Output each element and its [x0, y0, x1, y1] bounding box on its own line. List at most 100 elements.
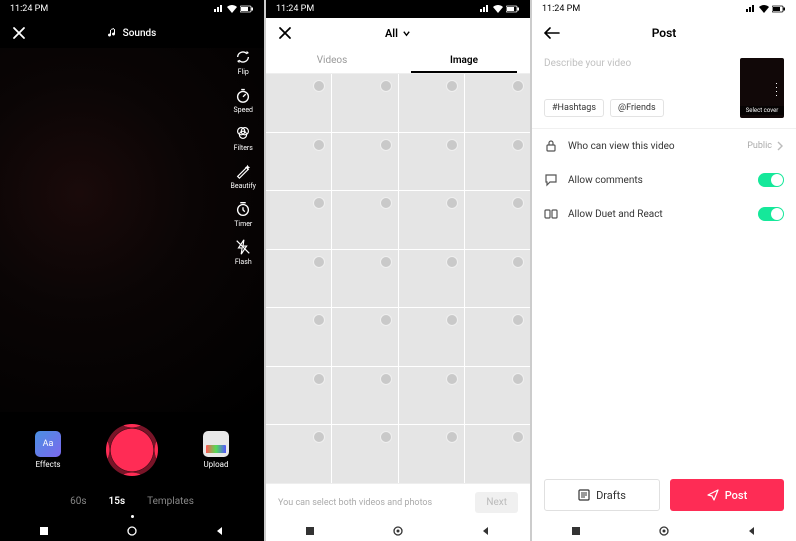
media-cell[interactable] [465, 191, 530, 249]
tool-label: Flash [235, 258, 252, 266]
top-bar: Sounds [0, 18, 264, 48]
media-cell[interactable] [465, 133, 530, 191]
cover-selector[interactable]: Select cover [740, 58, 784, 118]
timer-button[interactable]: Timer [231, 200, 256, 228]
flash-button[interactable]: Flash [231, 238, 256, 266]
nav-back-icon[interactable] [481, 526, 491, 536]
media-cell[interactable] [465, 367, 530, 425]
media-cell[interactable] [399, 308, 464, 366]
flip-button[interactable]: Flip [231, 48, 256, 76]
media-cell[interactable] [465, 74, 530, 132]
lock-icon [544, 139, 558, 153]
album-selector[interactable]: All [385, 27, 411, 40]
media-cell[interactable] [266, 74, 331, 132]
nav-back-icon[interactable] [215, 526, 225, 536]
camera-viewfinder[interactable]: Flip Speed Filters Beautify Timer [0, 48, 264, 412]
media-cell[interactable] [332, 191, 397, 249]
top-bar: All [266, 18, 530, 48]
media-cell[interactable] [332, 74, 397, 132]
description-input[interactable]: Describe your video [544, 58, 730, 69]
gallery-footer: You can select both videos and photos Ne… [266, 483, 530, 521]
option-label: Allow Duet and React [568, 209, 663, 220]
media-cell[interactable] [399, 133, 464, 191]
duet-toggle[interactable] [758, 207, 784, 221]
filters-button[interactable]: Filters [231, 124, 256, 152]
media-cell[interactable] [399, 425, 464, 483]
nav-home-icon[interactable] [127, 526, 137, 536]
media-cell[interactable] [332, 367, 397, 425]
nav-home-icon[interactable] [393, 526, 403, 536]
nav-home-icon[interactable] [659, 526, 669, 536]
nav-recent-icon[interactable] [39, 526, 49, 536]
drafts-button[interactable]: Drafts [544, 479, 660, 511]
record-controls: Aa Effects Upload [0, 412, 264, 487]
gallery-screen: 11:24 PM All Videos Image [266, 0, 530, 541]
tab-videos[interactable]: Videos [266, 48, 398, 73]
media-cell[interactable] [266, 191, 331, 249]
duet-row: Allow Duet and React [532, 197, 796, 231]
drafts-label: Drafts [596, 489, 626, 502]
media-cell[interactable] [266, 133, 331, 191]
timer-icon [234, 200, 252, 218]
post-options: Who can view this video Public Allow com… [532, 128, 796, 231]
media-cell[interactable] [266, 250, 331, 308]
post-label: Post [725, 489, 748, 502]
status-icons [214, 5, 254, 13]
media-cell[interactable] [399, 250, 464, 308]
beautify-button[interactable]: Beautify [231, 162, 256, 190]
tool-label: Flip [238, 68, 249, 76]
media-cell[interactable] [266, 425, 331, 483]
nav-bar [266, 521, 530, 541]
media-cell[interactable] [465, 308, 530, 366]
media-cell[interactable] [465, 425, 530, 483]
media-cell[interactable] [266, 367, 331, 425]
cover-label: Select cover [740, 106, 784, 115]
media-cell[interactable] [399, 191, 464, 249]
cover-thumbnail [740, 61, 784, 106]
post-button[interactable]: Post [670, 479, 784, 511]
drafts-icon [578, 489, 590, 501]
mode-60s[interactable]: 60s [70, 496, 86, 507]
privacy-row[interactable]: Who can view this video Public [532, 129, 796, 163]
record-screen: 11:24 PM Sounds Flip [0, 0, 264, 541]
music-note-icon [108, 28, 118, 38]
action-bar: Drafts Post [532, 469, 796, 521]
mode-templates[interactable]: Templates [147, 496, 194, 507]
header: Post [532, 18, 796, 48]
nav-recent-icon[interactable] [305, 526, 315, 536]
tab-image[interactable]: Image [398, 48, 530, 73]
comments-toggle[interactable] [758, 173, 784, 187]
media-cell[interactable] [465, 250, 530, 308]
effects-label: Effects [35, 460, 60, 469]
sounds-button[interactable]: Sounds [108, 28, 157, 39]
media-cell[interactable] [332, 133, 397, 191]
nav-recent-icon[interactable] [571, 526, 581, 536]
media-cell[interactable] [332, 308, 397, 366]
next-button[interactable]: Next [475, 492, 518, 513]
option-label: Allow comments [568, 175, 643, 186]
close-icon[interactable] [12, 26, 26, 40]
media-cell[interactable] [266, 308, 331, 366]
close-icon[interactable] [278, 26, 292, 40]
nav-back-icon[interactable] [747, 526, 757, 536]
record-button[interactable] [106, 424, 158, 476]
hashtags-chip[interactable]: #Hashtags [544, 99, 604, 117]
media-cell[interactable] [399, 74, 464, 132]
upload-button[interactable]: Upload [203, 431, 229, 469]
mode-selector[interactable]: 60s 15s Templates [0, 487, 264, 515]
media-cell[interactable] [399, 367, 464, 425]
flip-icon [234, 48, 252, 66]
back-icon[interactable] [544, 26, 560, 40]
media-cell[interactable] [332, 425, 397, 483]
mode-15s[interactable]: 15s [109, 496, 126, 507]
status-icons [480, 5, 520, 13]
media-cell[interactable] [332, 250, 397, 308]
filters-icon [234, 124, 252, 142]
beautify-icon [234, 162, 252, 180]
effects-icon: Aa [35, 431, 61, 457]
speed-button[interactable]: Speed [231, 86, 256, 114]
effects-button[interactable]: Aa Effects [35, 431, 61, 469]
friends-chip[interactable]: @Friends [610, 99, 664, 117]
hint-text: You can select both videos and photos [278, 498, 432, 508]
status-bar: 11:24 PM [0, 0, 264, 18]
